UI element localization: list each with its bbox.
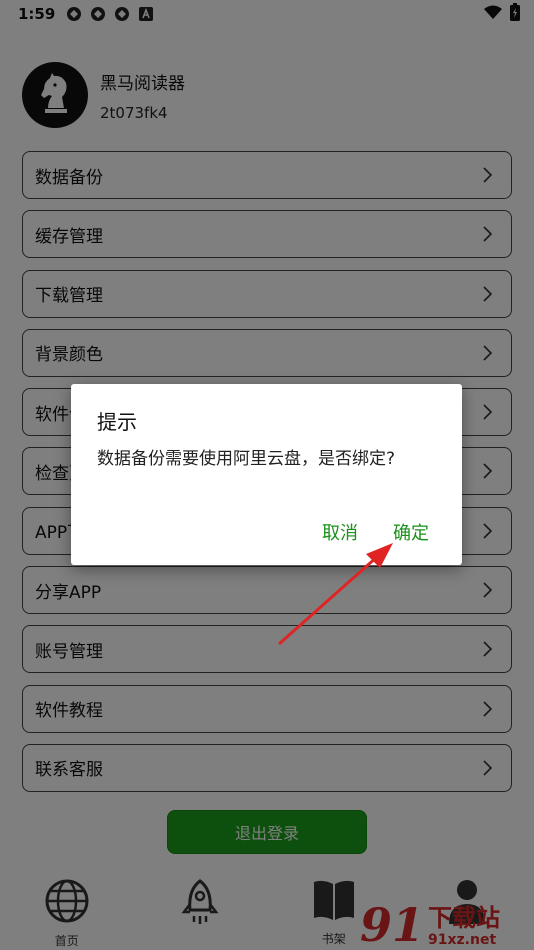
dialog-title: 提示 <box>97 410 137 434</box>
confirm-button[interactable]: 确定 <box>393 519 429 545</box>
dialog-message: 数据备份需要使用阿里云盘，是否绑定? <box>97 449 396 469</box>
cancel-button[interactable]: 取消 <box>322 519 358 545</box>
alert-dialog: 提示 数据备份需要使用阿里云盘，是否绑定? 取消 确定 <box>71 384 462 565</box>
